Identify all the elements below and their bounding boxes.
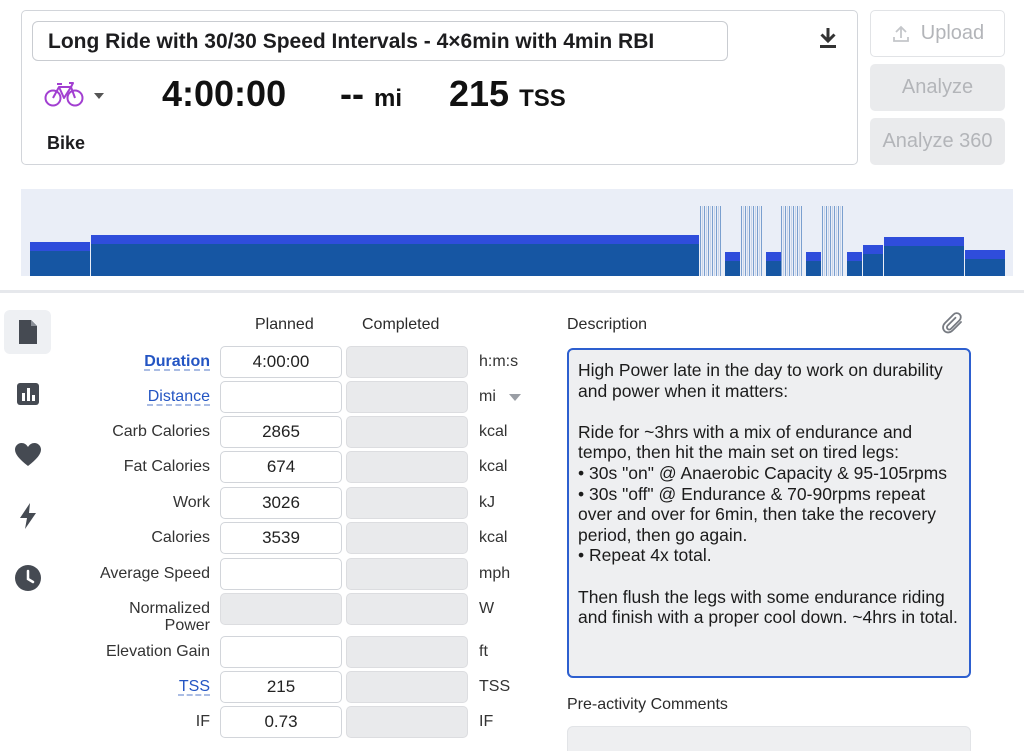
fat-calories-completed-input[interactable] [346,451,468,483]
duration-label[interactable]: Duration [60,353,210,370]
chart-icon[interactable] [4,372,51,416]
work-unit: kJ [479,494,495,511]
fat-calories-planned-input[interactable]: 674 [220,451,342,483]
carb-calories-planned-input[interactable]: 2865 [220,416,342,448]
average-speed-label: Average Speed [99,565,210,582]
pre-activity-comments-input[interactable] [567,726,971,751]
analyze-button[interactable]: Analyze [870,64,1005,111]
tss-planned-input[interactable]: 215 [220,671,342,703]
distance-unit: mi [374,85,403,112]
carb-calories-unit: kcal [479,423,508,440]
workout-title-input[interactable]: Long Ride with 30/30 Speed Intervals - 4… [32,21,728,61]
completed-column-header: Completed [362,316,440,333]
section-divider [0,290,1024,293]
pre-activity-comments-label: Pre-activity Comments [567,696,728,713]
description-label: Description [567,316,648,333]
normalized-power-completed-input[interactable] [346,593,468,625]
work-completed-input[interactable] [346,487,468,519]
description-textarea[interactable]: High Power late in the day to work on du… [567,348,971,678]
workout-segment-endurance [91,235,699,276]
if-planned-input[interactable]: 0.73 [220,706,342,738]
bike-icon [44,80,84,113]
fat-calories-unit: kcal [479,458,508,475]
average-speed-unit: mph [479,565,511,582]
upload-label: Upload [920,22,985,44]
normalized-power-unit: W [479,600,495,617]
fat-calories-label: Fat Calories [123,458,210,475]
average-speed-planned-input[interactable] [220,558,342,590]
planned-column-header: Planned [255,316,314,333]
duration-completed-input[interactable] [346,346,468,378]
workout-header-card: Long Ride with 30/30 Speed Intervals - 4… [21,10,858,165]
summary-tab-icon[interactable] [4,310,51,354]
elevation-gain-unit: ft [479,643,488,660]
distance-display: -- mi [340,73,402,115]
if-label: IF [195,713,210,730]
chevron-down-icon [94,93,104,99]
lightning-icon[interactable] [4,494,51,538]
workout-interval-set [781,206,802,276]
workout-segment-recovery [725,252,740,276]
distance-label[interactable]: Distance [60,388,210,405]
workout-segment-endurance-2 [884,237,964,276]
calories-planned-input[interactable]: 3539 [220,522,342,554]
elevation-gain-completed-input[interactable] [346,636,468,668]
distance-completed-input[interactable] [346,381,468,413]
heart-icon[interactable] [4,433,51,477]
normalized-power-planned-input [220,593,342,625]
tss-unit: TSS [519,85,566,112]
elevation-gain-planned-input[interactable] [220,636,342,668]
calories-completed-input[interactable] [346,522,468,554]
duration-display: 4:00:00 [162,73,287,114]
download-icon[interactable] [817,25,839,51]
workout-segment-recovery [847,252,862,276]
work-planned-input[interactable]: 3026 [220,487,342,519]
workout-interval-set [822,206,843,276]
workout-segment-recovery [806,252,821,276]
distance-unit-value: mi [479,388,496,405]
tss-value: 215 [449,73,510,114]
workout-segment-warmup [30,242,90,276]
calories-label: Calories [151,529,210,546]
distance-unit-select[interactable]: mi [479,388,521,406]
workout-segment-cooldown [965,250,1005,276]
duration-unit: h:m:s [479,353,519,370]
tss-display: 215 TSS [449,73,566,115]
tss-label[interactable]: TSS [60,678,210,695]
sport-selector[interactable] [44,79,108,113]
average-speed-completed-input[interactable] [346,558,468,590]
workout-segment-recovery [766,252,781,276]
upload-button[interactable]: Upload [870,10,1005,57]
calories-unit: kcal [479,529,508,546]
upload-icon [892,25,909,42]
paperclip-icon[interactable] [940,311,966,337]
if-completed-input[interactable] [346,706,468,738]
analyze-360-button[interactable]: Analyze 360 [870,118,1005,165]
normalized-power-label: Normalized Power [129,600,210,634]
carb-calories-label: Carb Calories [112,423,210,440]
elevation-gain-label: Elevation Gain [105,643,210,660]
chevron-down-icon [508,393,521,401]
distance-value: -- [340,73,364,114]
sport-label: Bike [47,133,86,153]
if-unit: IF [479,713,494,730]
duration-planned-input[interactable]: 4:00:00 [220,346,342,378]
workout-segment-flush [863,245,883,276]
workout-interval-set [741,206,762,276]
workout-structure-graph [21,189,1013,276]
distance-planned-input[interactable] [220,381,342,413]
tss-unit: TSS [479,678,511,695]
tss-completed-input[interactable] [346,671,468,703]
workout-interval-set [700,206,721,276]
clock-icon[interactable] [4,556,51,600]
carb-calories-completed-input[interactable] [346,416,468,448]
work-label: Work [172,494,210,511]
